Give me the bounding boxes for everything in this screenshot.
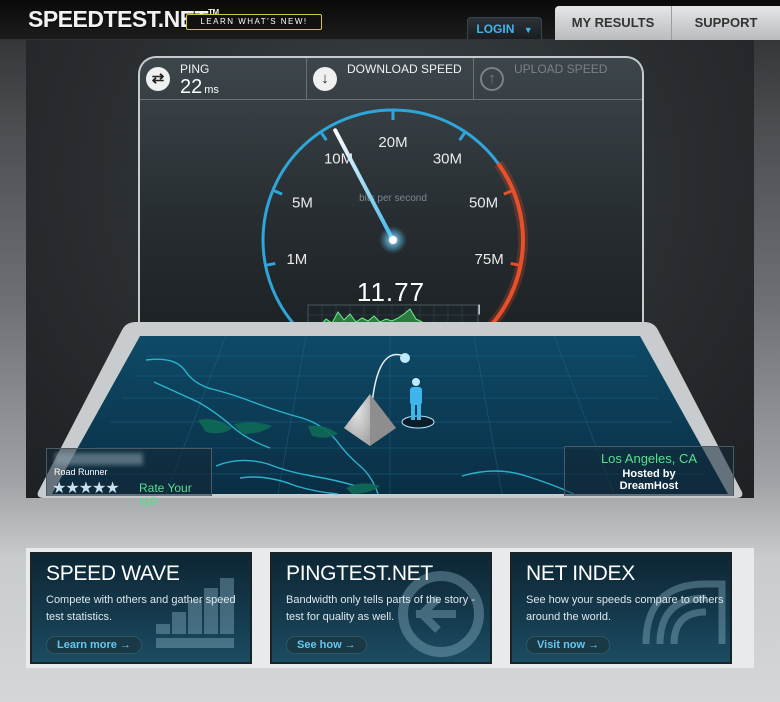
promo-text: Bandwidth only tells parts of the story … (286, 594, 475, 623)
gauge-tick (510, 261, 520, 267)
promo-net-index[interactable]: NET INDEX See how your speeds compare to… (510, 552, 732, 664)
promo-title: SPEED WAVE (46, 562, 180, 585)
see-how-button[interactable]: See how → (286, 636, 367, 654)
gauge-scale-label: 30M (433, 151, 462, 168)
promo-title: NET INDEX (526, 562, 635, 585)
isp-name: Road Runner (54, 467, 108, 477)
ping-value: 22 ms (180, 76, 219, 98)
gauge-scale-label: 5M (292, 194, 313, 211)
gauge-scale-label: 20M (378, 134, 407, 151)
isp-rating-stars[interactable]: ★★★★★ (52, 478, 120, 498)
tab-my-results[interactable]: MY RESULTS (555, 6, 672, 40)
promo-text: See how your speeds compare to others ar… (526, 594, 724, 623)
visit-now-button[interactable]: Visit now → (526, 636, 611, 654)
gauge-scale-label: 50M (469, 194, 498, 211)
chevron-down-icon: ▼ (523, 25, 533, 35)
current-speed-value: 11.77 (357, 277, 425, 307)
gauge-scale-label: 1M (286, 251, 307, 268)
tab-support[interactable]: SUPPORT (672, 6, 780, 40)
ping-label: PING (180, 62, 210, 76)
learn-whats-new-button[interactable]: LEARN WHAT'S NEW! (186, 14, 322, 30)
promo-speed-wave[interactable]: SPEED WAVE Compete with others and gathe… (30, 552, 252, 664)
download-label: DOWNLOAD SPEED (347, 62, 462, 76)
gauge-tick (458, 131, 466, 142)
gauge-header: ⇄ PING 22 ms ↓ DOWNLOAD SPEED ↑ UPLOAD SP… (140, 58, 642, 100)
rate-your-isp-link[interactable]: Rate Your ISP (139, 481, 211, 509)
upload-readout: ↑ UPLOAD SPEED (474, 58, 642, 100)
server-ping-dot (400, 353, 410, 363)
top-bar: SPEEDTEST.NETTM LEARN WHAT'S NEW! LOGIN … (0, 0, 780, 40)
server-host: DreamHost (619, 480, 679, 492)
promo-pingtest[interactable]: PINGTEST.NET Bandwidth only tells parts … (270, 552, 492, 664)
download-arrow-icon: ↓ (313, 67, 337, 91)
isp-info-panel: Road Runner ★★★★★ Rate Your ISP (46, 448, 212, 509)
ping-exchange-icon: ⇄ (146, 67, 170, 91)
upload-label: UPLOAD SPEED (514, 62, 608, 76)
gauge-tick (266, 261, 276, 267)
ping-unit: ms (204, 84, 219, 96)
gauge-scale-label: 75M (475, 251, 504, 268)
download-readout: ↓ DOWNLOAD SPEED (307, 58, 474, 100)
gauge-arc-high-glow (481, 160, 528, 336)
needle-hub (389, 236, 397, 244)
learn-more-button[interactable]: Learn more → (46, 636, 142, 654)
gauge-tick (273, 189, 283, 196)
upload-arrow-icon: ↑ (480, 67, 504, 91)
nav-tabs: MY RESULTS SUPPORT (555, 6, 780, 40)
login-button[interactable]: LOGIN ▼ (467, 17, 542, 39)
ip-address-blurred (55, 453, 143, 465)
speed-gauge: 01M5M10M20M30M50M75M100M bits per second… (261, 108, 528, 336)
promo-text: Compete with others and gather speed tes… (46, 594, 236, 623)
gauge-tick (320, 131, 328, 142)
hosted-by-label: Hosted by (622, 468, 676, 480)
server-city: Los Angeles, CA (600, 451, 698, 466)
promo-title: PINGTEST.NET (286, 562, 433, 585)
ping-readout: ⇄ PING 22 ms (140, 58, 307, 100)
server-info-panel[interactable]: Los Angeles, CA Hosted by DreamHost (564, 446, 734, 496)
